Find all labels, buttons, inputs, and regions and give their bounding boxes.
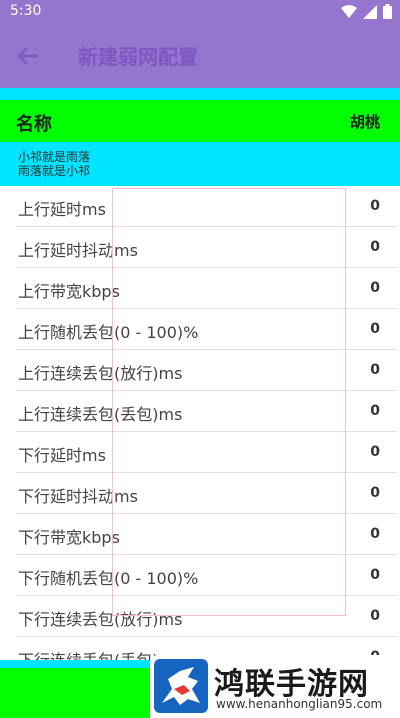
accent-strip xyxy=(0,88,400,100)
param-value[interactable]: 0 xyxy=(370,362,380,378)
param-value[interactable]: 0 xyxy=(370,239,380,255)
param-row[interactable]: 下行延时ms 0 xyxy=(16,432,396,473)
param-row[interactable]: 下行连续丢包(放行)ms 0 xyxy=(16,596,396,637)
param-label: 上行延时抖动ms xyxy=(18,241,138,260)
config-name-label: 名称 xyxy=(16,114,52,135)
watermark: 鸿联手游网 www.henanhonglian95.com xyxy=(150,655,400,718)
param-row[interactable]: 下行随机丢包(0 - 100)% 0 xyxy=(16,555,396,596)
param-label: 上行延时ms xyxy=(18,200,106,219)
param-row[interactable]: 下行带宽kbps 0 xyxy=(16,514,396,555)
param-label: 上行连续丢包(放行)ms xyxy=(18,364,183,383)
param-label: 上行连续丢包(丢包)ms xyxy=(18,405,183,424)
param-label: 上行带宽kbps xyxy=(18,282,120,301)
wifi-icon xyxy=(341,4,357,18)
watermark-url: www.henanhonglian95.com xyxy=(216,697,383,711)
param-value[interactable]: 0 xyxy=(370,403,380,419)
param-label: 下行连续丢包(放行)ms xyxy=(18,610,183,629)
param-value[interactable]: 0 xyxy=(370,608,380,624)
horse-logo-icon xyxy=(154,659,208,713)
param-row[interactable]: 上行连续丢包(丢包)ms 0 xyxy=(16,391,396,432)
param-value[interactable]: 0 xyxy=(370,198,380,214)
param-value[interactable]: 0 xyxy=(370,567,380,583)
param-value[interactable]: 0 xyxy=(370,485,380,501)
param-value[interactable]: 0 xyxy=(370,321,380,337)
back-arrow-icon[interactable] xyxy=(14,44,42,68)
battery-icon xyxy=(383,4,392,19)
param-label: 下行带宽kbps xyxy=(18,528,120,547)
config-name-value[interactable]: 胡桃 xyxy=(350,111,380,132)
param-row[interactable]: 下行延时抖动ms 0 xyxy=(16,473,396,514)
status-icons xyxy=(341,4,392,19)
param-label: 上行随机丢包(0 - 100)% xyxy=(18,323,199,342)
config-description[interactable]: 小祁就是雨落 雨落就是小祁 xyxy=(0,142,400,186)
app-bar: 新建弱网配置 xyxy=(0,24,400,88)
param-row[interactable]: 上行带宽kbps 0 xyxy=(16,268,396,309)
param-value[interactable]: 0 xyxy=(370,526,380,542)
param-row[interactable]: 上行延时抖动ms 0 xyxy=(16,227,396,268)
param-value[interactable]: 0 xyxy=(370,280,380,296)
status-bar: 5:30 xyxy=(0,0,400,24)
status-time: 5:30 xyxy=(10,3,42,19)
param-label: 下行延时抖动ms xyxy=(18,487,138,506)
signal-icon xyxy=(363,4,377,19)
param-label: 下行延时ms xyxy=(18,446,106,465)
description-line-1: 小祁就是雨落 xyxy=(18,150,91,164)
description-line-2: 雨落就是小祁 xyxy=(18,164,91,178)
config-name-row[interactable]: 名称 胡桃 xyxy=(0,100,400,142)
parameter-list[interactable]: 上行延时ms 0 上行延时抖动ms 0 上行带宽kbps 0 上行随机丢包(0 … xyxy=(0,186,400,660)
param-value[interactable]: 0 xyxy=(370,444,380,460)
param-row[interactable]: 上行延时ms 0 xyxy=(16,186,396,227)
page-title: 新建弱网配置 xyxy=(78,45,198,69)
param-row[interactable]: 上行随机丢包(0 - 100)% 0 xyxy=(16,309,396,350)
param-label: 下行随机丢包(0 - 100)% xyxy=(18,569,199,588)
param-row[interactable]: 上行连续丢包(放行)ms 0 xyxy=(16,350,396,391)
